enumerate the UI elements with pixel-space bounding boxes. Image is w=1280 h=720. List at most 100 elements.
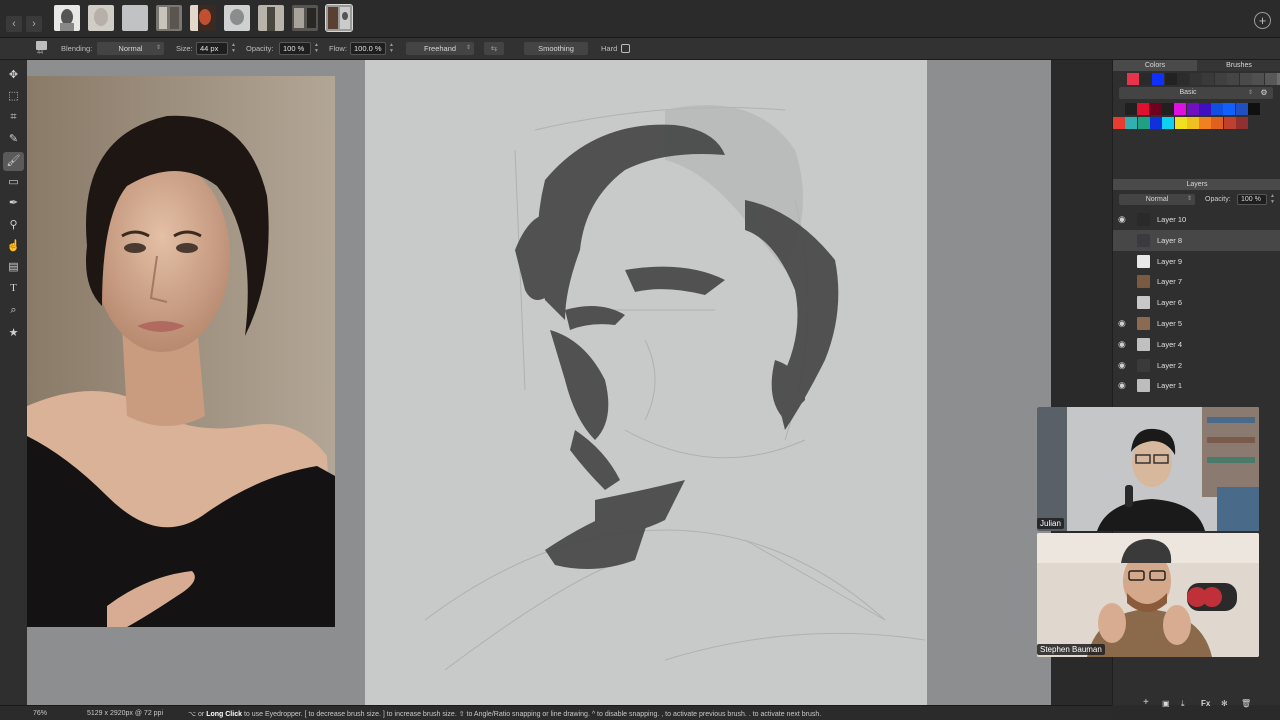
fx-icon[interactable]: Fx (1201, 699, 1210, 708)
color-swatch[interactable] (1125, 103, 1137, 115)
eye-icon[interactable] (1118, 276, 1128, 286)
layer-row[interactable]: ◉ Layer 1 (1113, 375, 1280, 396)
recent-color-swatch[interactable] (1239, 73, 1252, 85)
move-tool-icon[interactable]: ✥ (3, 66, 24, 85)
recent-color-swatch[interactable] (1164, 73, 1177, 85)
brush-preset-icon[interactable] (36, 41, 47, 50)
color-swatch[interactable] (1162, 117, 1175, 129)
hard-checkbox[interactable] (621, 44, 630, 53)
clone-tool-icon[interactable]: ⚲ (3, 216, 24, 235)
eye-icon[interactable]: ◉ (1118, 339, 1128, 349)
opacity-field[interactable]: 100 % (279, 42, 311, 55)
document-thumbnail-active[interactable] (325, 4, 353, 32)
color-swatch[interactable] (1186, 103, 1199, 115)
recent-color-swatch[interactable] (1139, 73, 1152, 85)
layer-row[interactable]: Layer 8 (1113, 229, 1280, 251)
document-thumbnail[interactable] (190, 5, 216, 31)
eye-icon[interactable] (1118, 256, 1128, 266)
recent-color-swatch[interactable] (1127, 73, 1139, 85)
document-thumbnail[interactable] (122, 5, 148, 31)
size-stepper[interactable]: ▲ ▼ (230, 42, 237, 55)
layer-opacity-stepper[interactable]: ▲ ▼ (1270, 193, 1275, 205)
color-swatch[interactable] (1235, 103, 1248, 115)
color-swatch[interactable] (1248, 103, 1260, 115)
layer-row[interactable]: ◉ Layer 4 (1113, 334, 1280, 355)
eye-icon[interactable]: ◉ (1118, 380, 1128, 390)
zoom-level[interactable]: 76% (33, 710, 47, 717)
smoothing-button[interactable]: Smoothing (524, 42, 588, 55)
add-layer-icon[interactable]: + (1143, 697, 1149, 708)
opacity-stepper[interactable]: ▲ ▼ (313, 42, 320, 55)
back-arrow-icon[interactable]: ‹ (6, 16, 22, 32)
crop-tool-icon[interactable]: ⌗ (3, 108, 24, 127)
size-field[interactable]: 44 px (196, 42, 228, 55)
color-swatch[interactable] (1161, 103, 1174, 115)
settings-icon[interactable]: ✻ (1221, 699, 1228, 708)
eye-icon[interactable]: ◉ (1118, 318, 1128, 328)
stroke-mode-select[interactable]: Freehand ⇕ (406, 42, 474, 55)
document-thumbnail[interactable] (156, 5, 182, 31)
forward-arrow-icon[interactable]: › (26, 16, 42, 32)
canvas-workspace[interactable] (27, 60, 1051, 705)
color-swatch[interactable] (1186, 117, 1199, 129)
color-swatch[interactable] (1174, 117, 1187, 129)
tab-brushes[interactable]: Brushes (1197, 60, 1280, 71)
color-swatch[interactable] (1137, 117, 1150, 129)
zoom-tool-icon[interactable]: ⌕ (3, 301, 24, 320)
color-swatch[interactable] (1236, 117, 1248, 129)
pen-tool-icon[interactable]: ✒ (3, 194, 24, 213)
layer-row[interactable]: ◉ Layer 2 (1113, 355, 1280, 376)
color-swatches[interactable] (1113, 103, 1280, 131)
color-swatch[interactable] (1198, 103, 1211, 115)
recent-color-swatch[interactable] (1252, 73, 1264, 85)
flow-field[interactable]: 100.0 % (350, 42, 386, 55)
recent-color-swatch[interactable] (1264, 73, 1277, 85)
layer-row[interactable]: Layer 7 (1113, 271, 1280, 292)
eraser-tool-icon[interactable]: ▭ (3, 173, 24, 192)
drawing-canvas[interactable] (365, 60, 927, 705)
layer-row[interactable]: Layer 9 (1113, 251, 1280, 272)
color-swatch[interactable] (1211, 103, 1224, 115)
palette-select[interactable]: Basic ⇕ (1119, 87, 1257, 99)
eye-icon[interactable]: ◉ (1118, 360, 1128, 370)
brush-tool-icon[interactable]: 🖌 (3, 152, 24, 171)
add-document-icon[interactable]: + (1254, 12, 1271, 29)
document-thumbnail[interactable] (258, 5, 284, 31)
recent-color-swatch[interactable] (1177, 73, 1189, 85)
document-thumbnail[interactable] (54, 5, 80, 31)
recent-color-swatch[interactable] (1227, 73, 1239, 85)
text-tool-icon[interactable]: T (3, 279, 24, 298)
flow-stepper[interactable]: ▲ ▼ (388, 42, 395, 55)
color-swatch[interactable] (1174, 103, 1187, 115)
smudge-tool-icon[interactable]: ☝ (3, 237, 24, 256)
color-swatch[interactable] (1125, 117, 1138, 129)
marquee-tool-icon[interactable]: ⬚ (3, 87, 24, 106)
color-swatch[interactable] (1149, 117, 1162, 129)
symmetry-icon[interactable]: ⇆ (484, 42, 504, 55)
color-swatch[interactable] (1223, 117, 1236, 129)
eye-icon[interactable] (1118, 297, 1128, 307)
layer-blend-select[interactable]: Normal ⇕ (1119, 194, 1195, 205)
layer-group-icon[interactable]: ▣ (1162, 699, 1170, 708)
trash-icon[interactable]: 🗑 (1241, 699, 1251, 708)
eyedropper-tool-icon[interactable]: ✎ (3, 130, 24, 149)
color-swatch[interactable] (1199, 117, 1212, 129)
color-swatch[interactable] (1113, 117, 1125, 129)
recent-color-swatch[interactable] (1214, 73, 1227, 85)
document-thumbnail[interactable] (224, 5, 250, 31)
color-swatch[interactable] (1137, 103, 1150, 115)
layer-opacity-field[interactable]: 100 % (1237, 194, 1267, 205)
layer-row[interactable]: ◉ Layer 5 (1113, 313, 1280, 334)
recent-color-swatch[interactable] (1152, 73, 1164, 85)
gradient-tool-icon[interactable]: ▤ (3, 258, 24, 277)
gear-icon[interactable]: ⚙ (1255, 87, 1273, 99)
eye-icon[interactable]: ◉ (1118, 214, 1128, 224)
document-thumbnail[interactable] (88, 5, 114, 31)
download-icon[interactable]: ⤓ (1181, 699, 1185, 709)
eye-icon[interactable] (1118, 235, 1128, 245)
color-swatch[interactable] (1149, 103, 1162, 115)
star-tool-icon[interactable]: ★ (3, 324, 24, 343)
blending-select[interactable]: Normal ⇕ (97, 42, 164, 55)
tab-colors[interactable]: Colors (1113, 60, 1197, 71)
document-thumbnail[interactable] (292, 5, 318, 31)
